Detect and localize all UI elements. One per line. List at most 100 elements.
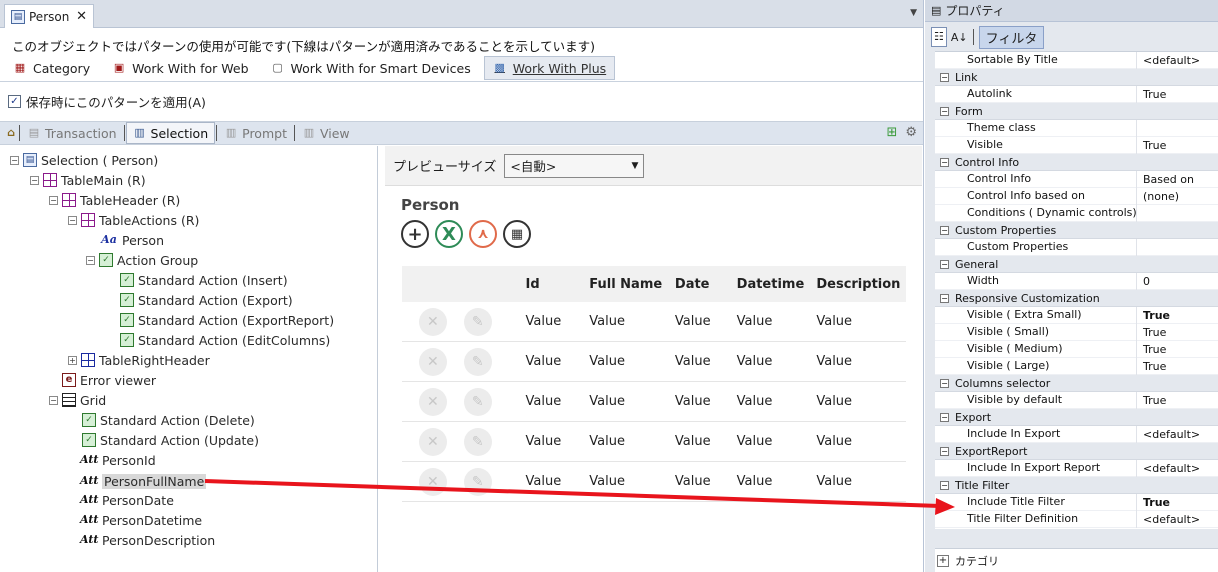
property-row[interactable]: Theme class xyxy=(935,119,1218,137)
property-value[interactable]: True xyxy=(1137,139,1166,152)
tree-node-tablemain[interactable]: − TableMain (R) xyxy=(30,170,146,190)
tree-node-person-text[interactable]: Aa Person xyxy=(100,230,164,250)
column-header[interactable]: Id xyxy=(526,277,590,292)
tab-view[interactable]: ▥ View xyxy=(296,122,356,144)
tree-node-tableactions[interactable]: − TableActions (R) xyxy=(68,210,199,230)
property-category[interactable]: − Title Filter xyxy=(935,477,1218,494)
add-instance-icon[interactable]: ⊞ xyxy=(886,125,897,140)
export-excel-icon[interactable]: X xyxy=(435,220,463,248)
property-row[interactable]: Visible by default True xyxy=(935,391,1218,409)
collapse-icon[interactable]: − xyxy=(940,225,949,235)
tree-node-action[interactable]: ✓ Standard Action (ExportReport) xyxy=(120,310,334,330)
tree-node-attribute[interactable]: Att PersonDescription xyxy=(80,530,215,550)
property-row[interactable]: Control Info Based on xyxy=(935,170,1218,188)
collapse-icon[interactable]: − xyxy=(940,106,949,116)
collapse-icon[interactable]: − xyxy=(30,175,39,185)
property-value[interactable]: <default> xyxy=(1137,462,1200,475)
property-value[interactable]: True xyxy=(1137,496,1170,509)
delete-icon[interactable]: ✕ xyxy=(418,387,447,416)
checkbox-check-icon[interactable]: ✓ xyxy=(8,95,21,108)
delete-icon[interactable]: ✕ xyxy=(418,467,447,496)
property-value[interactable]: True xyxy=(1137,326,1166,339)
preview-size-select[interactable]: <自動> ▼ xyxy=(504,153,645,178)
property-row[interactable]: Visible True xyxy=(935,136,1218,154)
property-value[interactable]: True xyxy=(1137,360,1166,373)
property-value[interactable]: (none) xyxy=(1137,190,1179,203)
property-value[interactable]: True xyxy=(1137,343,1166,356)
expand-icon[interactable]: + xyxy=(937,554,949,567)
property-row[interactable]: Conditions ( Dynamic controls) xyxy=(935,204,1218,222)
collapse-icon[interactable]: − xyxy=(86,255,95,265)
tree-node-selection[interactable]: − ▤ Selection ( Person) xyxy=(10,150,158,170)
insert-icon[interactable]: + xyxy=(401,220,429,248)
property-row[interactable]: Sortable By Title <default> xyxy=(935,51,1218,69)
property-row[interactable]: Include In Export Report <default> xyxy=(935,459,1218,477)
collapse-icon[interactable]: − xyxy=(940,480,949,490)
collapse-icon[interactable]: − xyxy=(940,446,949,456)
property-value[interactable]: True xyxy=(1137,309,1170,322)
property-row[interactable]: Custom Properties xyxy=(935,238,1218,256)
collapse-icon[interactable]: − xyxy=(49,195,58,205)
filter-button[interactable]: フィルタ xyxy=(978,25,1045,49)
collapse-icon[interactable]: − xyxy=(49,395,58,405)
collapse-icon[interactable]: − xyxy=(940,72,949,82)
tree-node-error-viewer[interactable]: e Error viewer xyxy=(62,370,156,390)
property-category[interactable]: − Columns selector xyxy=(935,375,1218,392)
property-value[interactable]: Based on xyxy=(1137,173,1194,186)
close-icon[interactable]: ✕ xyxy=(76,9,87,24)
tree-node-action-group[interactable]: − ✓ Action Group xyxy=(86,250,198,270)
tree-node-attribute[interactable]: Att PersonDatetime xyxy=(80,510,202,530)
collapse-icon[interactable]: − xyxy=(940,378,949,388)
doc-tab-person[interactable]: ▤ Person ✕ xyxy=(4,4,94,28)
property-category[interactable]: − Link xyxy=(935,69,1218,86)
tree-node-attribute[interactable]: Att PersonId xyxy=(80,450,156,470)
tab-selection[interactable]: ▥ Selection xyxy=(125,122,216,144)
edit-icon[interactable]: ✎ xyxy=(463,427,492,456)
edit-icon[interactable]: ✎ xyxy=(463,347,492,376)
property-row[interactable]: Title Filter Definition <default> xyxy=(935,510,1218,528)
tree-node-action[interactable]: ✓ Standard Action (Export) xyxy=(120,290,293,310)
tree-node-grid-action[interactable]: ✓ Standard Action (Update) xyxy=(82,430,259,450)
collapse-icon[interactable]: − xyxy=(68,215,77,225)
tree-node-action[interactable]: ✓ Standard Action (Insert) xyxy=(120,270,288,290)
property-row[interactable]: Include Title Filter True xyxy=(935,493,1218,511)
edit-columns-icon[interactable]: ▦ xyxy=(503,220,531,248)
property-category[interactable]: − General xyxy=(935,256,1218,273)
expand-icon[interactable]: + xyxy=(68,355,77,365)
edit-icon[interactable]: ✎ xyxy=(463,307,492,336)
tab-work-with-web[interactable]: ▣ Work With for Web xyxy=(103,56,257,80)
property-value[interactable]: 0 xyxy=(1137,275,1150,288)
edit-icon[interactable]: ✎ xyxy=(463,387,492,416)
tree-node-attribute[interactable]: Att PersonDate xyxy=(80,490,174,510)
column-header[interactable]: Description xyxy=(816,277,906,292)
property-row[interactable]: Visible ( Small) True xyxy=(935,323,1218,341)
tree-node-tablerightheader[interactable]: + TableRightHeader xyxy=(68,350,210,370)
property-row[interactable]: Visible ( Medium) True xyxy=(935,340,1218,358)
property-category[interactable]: − Export xyxy=(935,409,1218,426)
property-value[interactable]: <default> xyxy=(1137,513,1200,526)
tab-category[interactable]: ▦ Category xyxy=(4,56,99,80)
property-row[interactable]: Include In Export <default> xyxy=(935,425,1218,443)
tree-node-tableheader[interactable]: − TableHeader (R) xyxy=(49,190,180,210)
sort-az-icon[interactable]: A↓ xyxy=(951,31,968,44)
tree-node-grid-action[interactable]: ✓ Standard Action (Delete) xyxy=(82,410,255,430)
tree-node-attribute-selected[interactable]: Att PersonFullName xyxy=(80,471,207,491)
gear-icon[interactable]: ⚙ xyxy=(905,125,917,140)
tab-work-with-plus[interactable]: ▩ Work With Plus xyxy=(483,56,616,80)
tab-transaction[interactable]: ▤ Transaction xyxy=(21,122,123,144)
edit-icon[interactable]: ✎ xyxy=(463,467,492,496)
property-value[interactable]: <default> xyxy=(1137,428,1200,441)
column-header[interactable]: Full Name xyxy=(589,277,675,292)
property-value[interactable]: <default> xyxy=(1137,54,1200,67)
collapse-icon[interactable]: − xyxy=(940,259,949,269)
collapse-icon[interactable]: − xyxy=(940,293,949,303)
property-category[interactable]: − Control Info xyxy=(935,154,1218,171)
delete-icon[interactable]: ✕ xyxy=(418,307,447,336)
property-row[interactable]: Visible ( Extra Small) True xyxy=(935,306,1218,324)
property-category[interactable]: − Form xyxy=(935,103,1218,120)
collapse-icon[interactable]: − xyxy=(940,157,949,167)
property-category[interactable]: − Custom Properties xyxy=(935,222,1218,239)
property-row[interactable]: Autolink True xyxy=(935,85,1218,103)
property-category[interactable]: − ExportReport xyxy=(935,443,1218,460)
collapse-icon[interactable]: − xyxy=(10,155,19,165)
